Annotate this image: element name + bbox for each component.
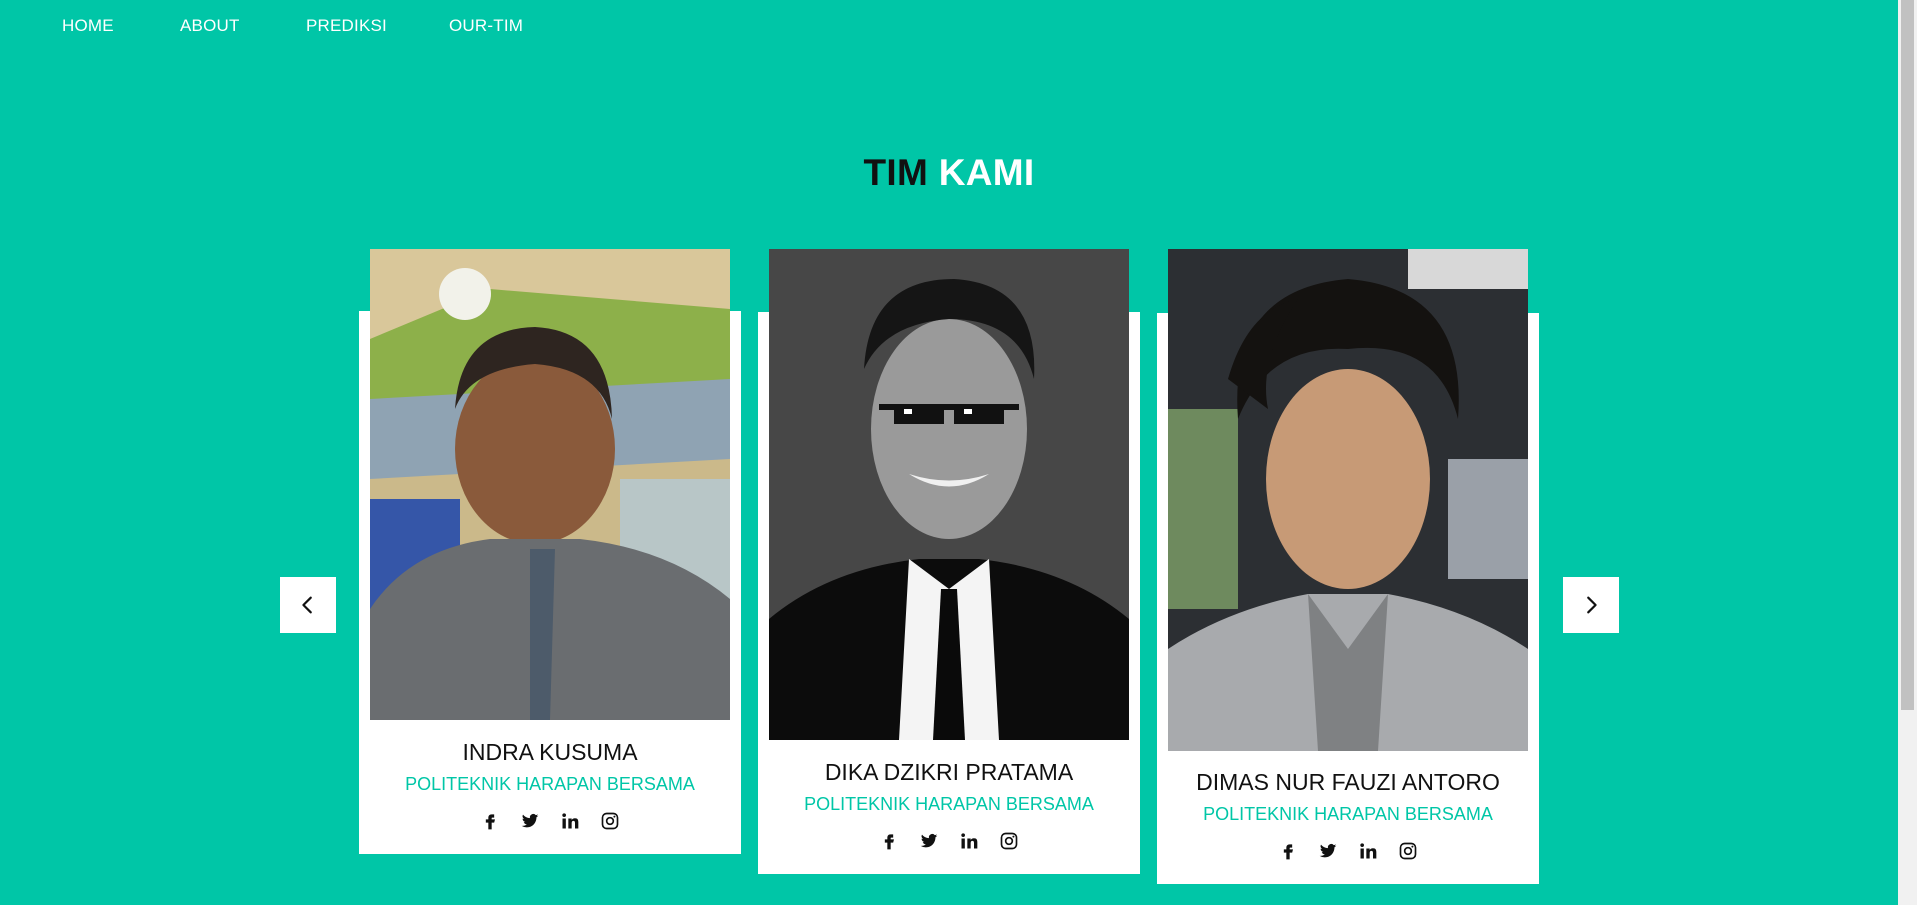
member-name-1: INDRA KUSUMA bbox=[462, 739, 638, 765]
member-photo-3 bbox=[1168, 249, 1528, 751]
instagram-icon[interactable] bbox=[1398, 841, 1418, 861]
social-links-2 bbox=[758, 831, 1140, 851]
nav-home-link[interactable]: HOME bbox=[62, 16, 114, 36]
member-school-1: POLITEKNIK HARAPAN BERSAMA bbox=[405, 774, 695, 794]
page-scrollbar[interactable] bbox=[1898, 0, 1917, 905]
instagram-icon[interactable] bbox=[600, 811, 620, 831]
carousel-next-button[interactable] bbox=[1563, 577, 1619, 633]
facebook-icon[interactable] bbox=[879, 831, 899, 851]
section-title-dark: TIM bbox=[863, 152, 929, 193]
carousel-prev-button[interactable] bbox=[280, 577, 336, 633]
facebook-icon[interactable] bbox=[480, 811, 500, 831]
member-school-3: POLITEKNIK HARAPAN BERSAMA bbox=[1203, 804, 1493, 824]
linkedin-icon[interactable] bbox=[1358, 841, 1378, 861]
member-photo-1 bbox=[370, 249, 730, 720]
nav-about-link[interactable]: ABOUT bbox=[180, 16, 240, 36]
linkedin-icon[interactable] bbox=[959, 831, 979, 851]
member-name-3: DIMAS NUR FAUZI ANTORO bbox=[1196, 769, 1500, 795]
member-school-2: POLITEKNIK HARAPAN BERSAMA bbox=[804, 794, 1094, 814]
instagram-icon[interactable] bbox=[999, 831, 1019, 851]
section-title-light: KAMI bbox=[938, 152, 1035, 193]
twitter-icon[interactable] bbox=[520, 811, 540, 831]
twitter-icon[interactable] bbox=[919, 831, 939, 851]
chevron-left-icon bbox=[302, 596, 312, 614]
chevron-right-icon bbox=[1587, 596, 1597, 614]
twitter-icon[interactable] bbox=[1318, 841, 1338, 861]
facebook-icon[interactable] bbox=[1278, 841, 1298, 861]
scrollbar-thumb[interactable] bbox=[1901, 0, 1914, 710]
member-name-2: DIKA DZIKRI PRATAMA bbox=[824, 759, 1074, 785]
social-links-3 bbox=[1157, 841, 1539, 861]
member-photo-2 bbox=[769, 249, 1129, 740]
linkedin-icon[interactable] bbox=[560, 811, 580, 831]
social-links-1 bbox=[359, 811, 741, 831]
nav-prediksi-link[interactable]: PREDIKSI bbox=[306, 16, 387, 36]
nav-our-tim-link[interactable]: OUR-TIM bbox=[449, 16, 523, 36]
section-title: TIM KAMI bbox=[0, 152, 1898, 194]
